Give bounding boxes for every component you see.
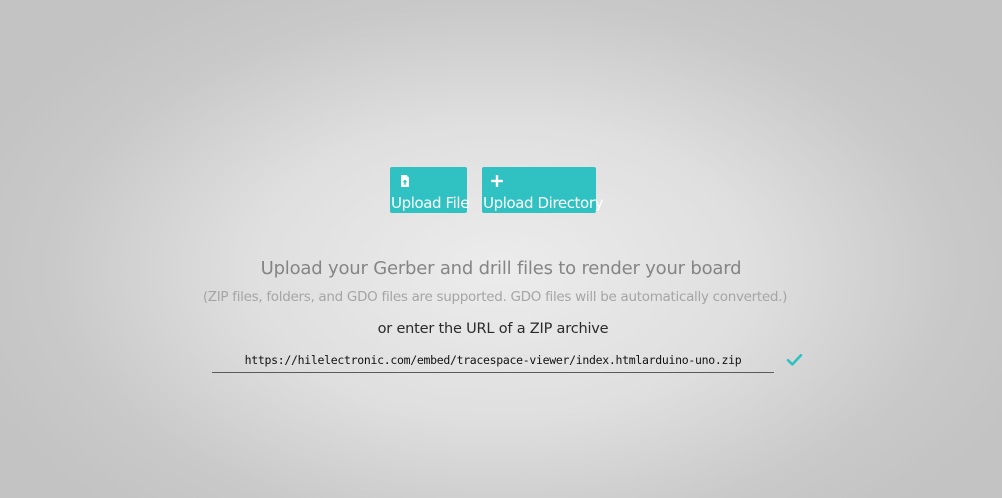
file-upload-icon xyxy=(401,175,409,187)
upload-heading: Upload your Gerber and drill files to re… xyxy=(260,258,742,279)
upload-file-button[interactable]: Upload File xyxy=(390,167,470,213)
upload-directory-label: Upload Directory xyxy=(483,194,604,212)
upload-directory-button[interactable]: Upload Directory xyxy=(482,167,603,213)
zip-url-input[interactable] xyxy=(212,347,774,373)
plus-icon xyxy=(491,175,503,187)
url-entry-label: or enter the URL of a ZIP archive xyxy=(377,321,609,337)
supported-formats-note: (ZIP files, folders, and GDO files are s… xyxy=(202,289,788,305)
upload-file-label: Upload File xyxy=(391,194,470,212)
checkmark-icon[interactable] xyxy=(786,351,803,368)
